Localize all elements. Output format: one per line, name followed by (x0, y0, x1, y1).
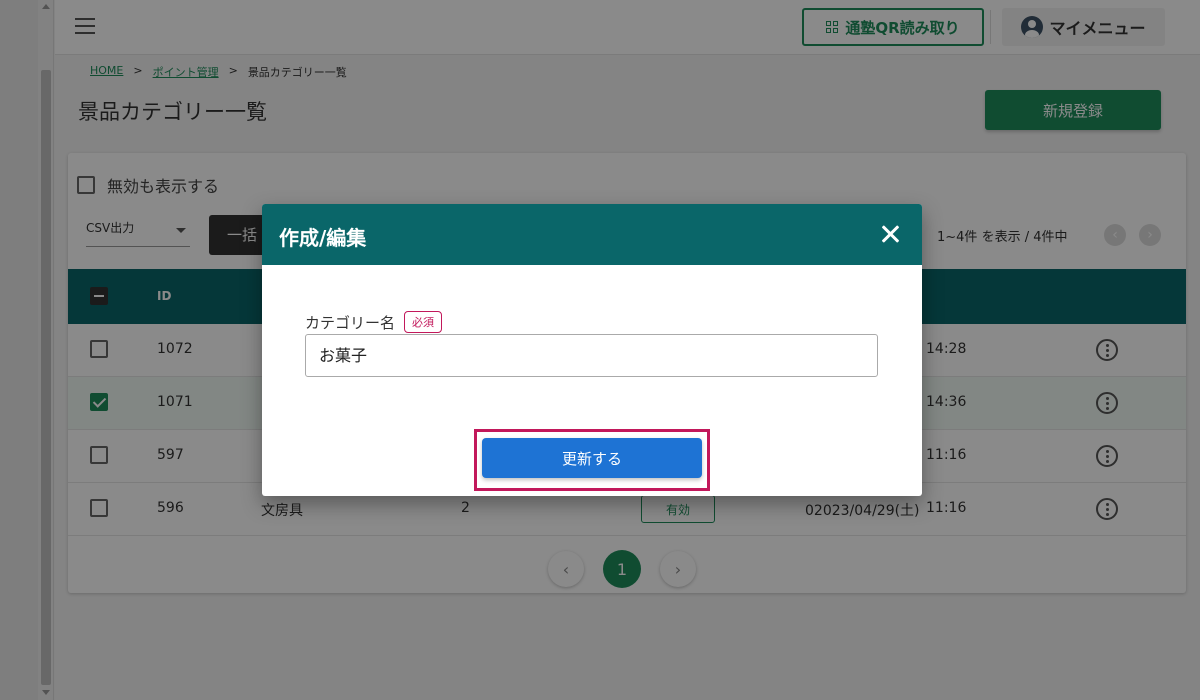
update-button[interactable]: 更新する (482, 438, 702, 478)
category-name-input[interactable]: お菓子 (305, 334, 878, 377)
required-badge: 必須 (404, 311, 443, 333)
dialog-title: 作成/編集 (279, 226, 367, 250)
close-icon[interactable] (878, 222, 902, 246)
edit-dialog: 作成/編集 カテゴリー名 必須 お菓子 更新する (262, 204, 922, 496)
field-label-text: カテゴリー名 (305, 313, 396, 332)
category-name-label: カテゴリー名 必須 (305, 311, 443, 333)
dialog-header: 作成/編集 (262, 204, 922, 265)
